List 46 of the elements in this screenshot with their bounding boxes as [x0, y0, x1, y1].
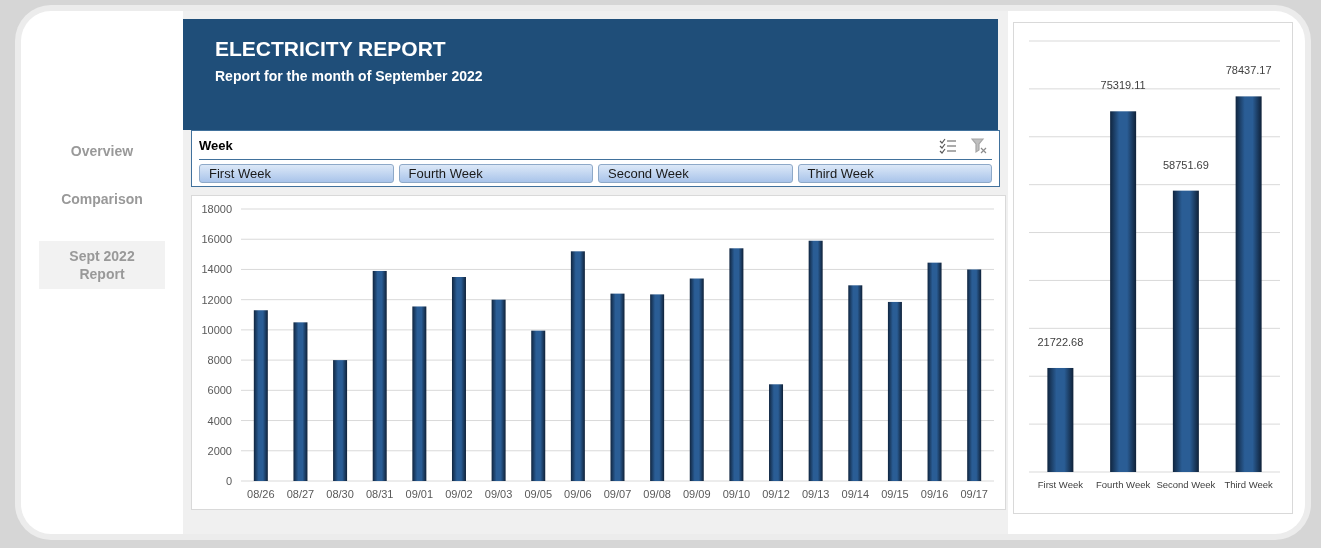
axis-tick-label: 12000	[201, 293, 232, 306]
axis-category-label: 09/05	[524, 488, 552, 500]
slicer-item[interactable]: Third Week	[797, 163, 992, 183]
report-subtitle: Report for the month of September 2022	[215, 67, 484, 86]
report-title: ELECTRICITY REPORT	[215, 37, 447, 61]
data-label: 21722.68	[1037, 335, 1084, 348]
axis-category-label: 09/16	[920, 488, 949, 500]
axis-category-label: Second Week	[1156, 479, 1216, 490]
axis-category-label: Third Week	[1224, 479, 1273, 490]
axis-category-label: 09/06	[564, 488, 592, 500]
axis-category-label: 08/30	[326, 488, 354, 500]
axis-category-label: 09/14	[841, 488, 870, 500]
axis-tick-label: 8000	[207, 354, 232, 367]
axis-tick-label: 6000	[207, 384, 232, 397]
axis-category-label: First Week	[1037, 479, 1083, 490]
multi-select-icon[interactable]	[939, 137, 957, 154]
axis-category-label: 08/31	[365, 488, 394, 500]
slicer-item[interactable]: Second Week	[598, 163, 793, 183]
slicer-title: Week	[199, 137, 233, 155]
axis-category-label: 09/09	[683, 488, 711, 500]
axis-category-label: 09/03	[484, 488, 513, 500]
axis-category-label: 09/08	[643, 488, 671, 500]
clear-filter-icon[interactable]	[971, 137, 988, 154]
axis-tick-label: 14000	[201, 263, 232, 276]
data-label: 58751.69	[1162, 158, 1209, 171]
axis-tick-label: 10000	[201, 323, 232, 336]
axis-category-label: Fourth Week	[1096, 479, 1151, 490]
axis-category-label: 09/15	[881, 488, 909, 500]
data-label: 75319.11	[1100, 79, 1146, 92]
axis-tick-label: 18000	[201, 203, 232, 215]
slicer-item[interactable]: Fourth Week	[398, 163, 593, 183]
axis-category-label: 09/12	[762, 488, 790, 500]
axis-category-label: 09/17	[960, 488, 988, 500]
axis-category-label: 09/02	[445, 488, 473, 500]
axis-tick-label: 0	[225, 475, 232, 487]
data-label: 78437.17	[1225, 64, 1272, 77]
axis-tick-label: 4000	[207, 414, 232, 427]
axis-tick-label: 16000	[201, 233, 232, 246]
axis-category-label: 08/26	[247, 488, 275, 500]
slicer-item[interactable]: First Week	[199, 163, 394, 183]
axis-category-label: 08/27	[286, 488, 315, 500]
axis-category-label: 09/13	[801, 488, 830, 500]
axis-category-label: 09/01	[405, 488, 434, 500]
axis-tick-label: 2000	[207, 444, 232, 457]
axis-category-label: 09/10	[722, 488, 751, 500]
axis-category-label: 09/07	[603, 488, 632, 500]
